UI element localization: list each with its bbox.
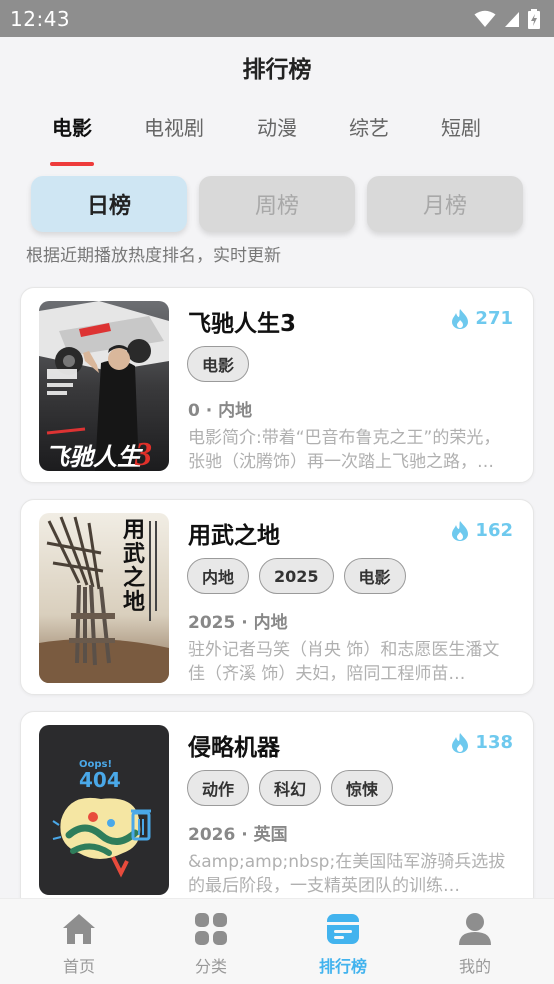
poster-image: 飞驰人生 3	[39, 301, 169, 471]
tab-variety[interactable]: 综艺	[323, 112, 415, 141]
svg-text:之: 之	[123, 565, 145, 590]
profile-icon	[459, 913, 491, 945]
fire-icon	[452, 732, 469, 753]
wifi-icon	[474, 10, 496, 27]
fire-icon	[452, 308, 469, 329]
nav-label: 我的	[458, 957, 491, 976]
svg-text:3: 3	[134, 436, 152, 471]
heat-value: 271	[475, 308, 513, 329]
home-icon	[63, 914, 95, 944]
tab-label: 动漫	[257, 116, 297, 140]
tag: 科幻	[259, 770, 322, 806]
status-bar: 12:43	[0, 0, 554, 37]
svg-text:飞驰人生: 飞驰人生	[45, 444, 144, 471]
ranking-description: 根据近期播放热度排名，实时更新	[26, 246, 281, 266]
svg-text:地: 地	[123, 589, 145, 614]
tag: 2025	[259, 558, 334, 594]
tab-tv-series[interactable]: 电视剧	[128, 112, 220, 141]
bottom-navigation: 首页 分类 排行榜 我的	[0, 898, 554, 984]
poster-image: Oops! 404	[39, 725, 169, 895]
nav-home[interactable]: 首页	[39, 911, 119, 977]
item-synopsis: &amp;amp;nbsp;在美国陆军游骑兵选拔的最后阶段，一支精英团队的训练…	[188, 852, 506, 896]
daily-rank-button[interactable]: 日榜	[31, 176, 187, 232]
nav-label: 排行榜	[318, 957, 367, 976]
tag: 电影	[343, 558, 406, 594]
system-icons	[474, 8, 540, 29]
item-title: 侵略机器	[188, 735, 280, 761]
status-time: 12:43	[10, 6, 71, 31]
heat-score: 271	[451, 308, 513, 329]
item-meta: 0 · 内地	[188, 401, 253, 421]
nav-ranking[interactable]: 排行榜	[303, 911, 383, 977]
weekly-rank-button[interactable]: 周榜	[199, 176, 355, 232]
heat-score: 138	[451, 732, 513, 753]
tag-list: 内地 2025 电影	[187, 558, 406, 594]
tab-movie[interactable]: 电影	[26, 112, 118, 166]
nav-label: 首页	[62, 957, 95, 976]
svg-text:用: 用	[123, 517, 145, 542]
heat-score: 162	[451, 520, 513, 541]
nav-category[interactable]: 分类	[171, 911, 251, 977]
app-header: 排行榜	[0, 37, 554, 97]
item-meta: 2025 · 内地	[188, 613, 288, 633]
poster-image: 用 武 之 地	[39, 513, 169, 683]
tab-short-drama[interactable]: 短剧	[415, 112, 507, 141]
button-label: 周榜	[254, 194, 299, 219]
tag: 内地	[187, 558, 250, 594]
tag: 动作	[187, 770, 250, 806]
item-synopsis: 电影简介:带着“巴音布鲁克之王”的荣光，张驰（沈腾饰）再一次踏上飞驰之路，参加史…	[188, 428, 501, 472]
ranking-item[interactable]: 用 武 之 地 用武之地 162 内地 2025 电影 2025 · 内地 驻外…	[20, 499, 534, 695]
tab-label: 电视剧	[144, 116, 204, 140]
ranking-icon	[327, 914, 359, 944]
heat-value: 162	[475, 520, 513, 541]
tag-list: 电影	[187, 346, 250, 382]
nav-label: 分类	[194, 957, 227, 976]
nav-profile[interactable]: 我的	[435, 911, 515, 977]
grid-icon	[195, 913, 227, 945]
monthly-rank-button[interactable]: 月榜	[367, 176, 523, 232]
ranking-item[interactable]: 飞驰人生 3 飞驰人生3 271 电影 0 · 内地 电影简介:带着“巴音布鲁克…	[20, 287, 534, 483]
tab-label: 电影	[52, 116, 92, 140]
tab-anime[interactable]: 动漫	[231, 112, 323, 141]
page-title: 排行榜	[242, 57, 312, 83]
period-selector: 日榜 周榜 月榜	[0, 176, 554, 234]
tag: 惊悚	[331, 770, 394, 806]
tag-list: 动作 科幻 惊悚	[187, 770, 394, 806]
button-label: 日榜	[86, 194, 131, 219]
heat-value: 138	[475, 732, 513, 753]
item-title: 飞驰人生3	[188, 311, 297, 337]
signal-icon	[505, 11, 519, 27]
battery-icon	[528, 8, 540, 29]
category-tabs: 电影 电视剧 动漫 综艺 短剧	[0, 104, 554, 166]
svg-text:武: 武	[123, 541, 145, 566]
tab-label: 综艺	[349, 116, 389, 140]
item-title: 用武之地	[188, 523, 280, 549]
active-tab-underline	[50, 162, 94, 166]
button-label: 月榜	[422, 194, 467, 219]
tag: 电影	[187, 346, 250, 382]
item-meta: 2026 · 英国	[188, 825, 288, 845]
ranking-item[interactable]: Oops! 404 侵略机器 138 动作 科幻 惊悚 2026 · 英国 &a…	[20, 711, 534, 911]
fire-icon	[452, 520, 469, 541]
tab-label: 短剧	[441, 116, 481, 140]
svg-text:404: 404	[79, 768, 121, 792]
item-synopsis: 驻外记者马笑（肖央 饰）和志愿医生潘文佳（齐溪 饰）夫妇，陪同工程师苗…	[188, 640, 500, 684]
